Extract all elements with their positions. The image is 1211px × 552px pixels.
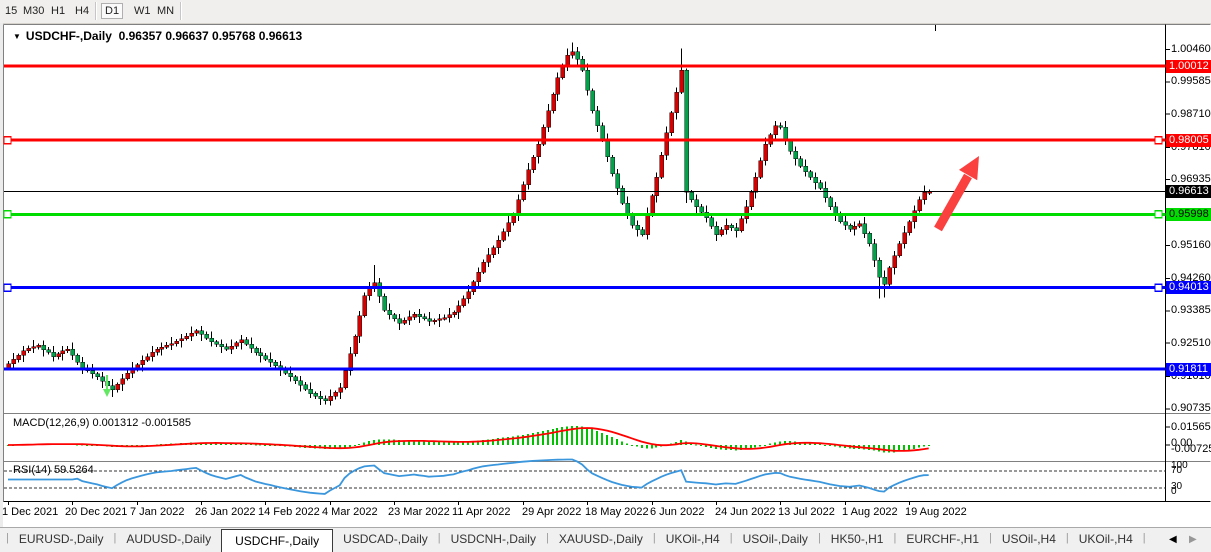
chart-tab-usdcaddaily[interactable]: USDCAD-,Daily [333,528,438,552]
date-tick-label: 1 Dec 2021 [2,506,58,518]
chart-tab-ukoilh4[interactable]: UKOil-,H4 [1069,528,1143,552]
sell-marker-arrow-icon[interactable] [103,389,111,397]
date-tick-label: 7 Jan 2022 [130,506,184,518]
trend-arrow-shaft[interactable] [938,176,968,229]
price-tick-label: 0.95160 [1171,239,1211,251]
date-tick-label: 23 Mar 2022 [388,506,450,518]
rsi-indicator-label: RSI(14) 59.5264 [13,464,94,476]
macd-signal-line [8,428,929,451]
chart-tab-eurchfh1[interactable]: EURCHF-,H1 [896,528,989,552]
rsi-axis-label: 70 [1171,465,1182,476]
date-tick-label: 20 Dec 2021 [65,506,127,518]
price-badge-1.00012: 1.00012 [1166,60,1211,73]
mt4-window: 15M30H1H4D1W1MN ▼USDCHF-,Daily 0.96357 0… [0,0,1211,552]
date-tick-label: 29 Apr 2022 [522,506,581,518]
chart-symbol-period: USDCHF-,Daily [26,29,112,43]
tabs-scroll-left-icon[interactable]: ◀ [1169,534,1177,545]
chart-tab-audusddaily[interactable]: AUDUSD-,Daily [116,528,221,552]
candlesticks [7,42,932,405]
date-tick-label: 6 Jun 2022 [650,506,704,518]
tab-separator: | [1143,528,1146,552]
macd-histogram [7,426,930,453]
price-badge-0.94013: 0.94013 [1166,281,1211,294]
tabs-scroll-right-icon[interactable]: ▶ [1189,534,1197,545]
macd-axis-label: 0.015654 [1171,421,1211,433]
price-tick-label: 0.90735 [1171,402,1211,414]
symbol-dropdown-icon[interactable]: ▼ [13,32,21,41]
level-handle[interactable] [4,211,11,218]
date-tick-label: 13 Jul 2022 [778,506,835,518]
date-tick-label: 14 Feb 2022 [258,506,320,518]
price-tick-label: 1.00460 [1171,43,1211,55]
chart-tab-eurusddaily[interactable]: EURUSD-,Daily [9,528,114,552]
chart-ohlc-values: 0.96357 0.96637 0.95768 0.96613 [119,29,303,43]
chart-tab-usoilh4[interactable]: USOil-,H4 [992,528,1066,552]
level-handle[interactable] [4,137,11,144]
level-handle[interactable] [4,284,11,291]
date-tick-label: 4 Mar 2022 [322,506,378,518]
level-handle[interactable] [1155,211,1162,218]
price-tick-label: 0.98710 [1171,108,1211,120]
price-tick-label: 0.99585 [1171,75,1211,87]
date-tick-label: 11 Apr 2022 [452,506,511,518]
level-handle[interactable] [1155,284,1162,291]
date-tick-label: 18 May 2022 [585,506,649,518]
date-tick-label: 1 Aug 2022 [842,506,898,518]
price-tick-label: 0.92510 [1171,337,1211,349]
chart-tab-usdchfdaily[interactable]: USDCHF-,Daily [221,529,333,552]
level-handle[interactable] [1155,137,1162,144]
chart-tab-hk50h1[interactable]: HK50-,H1 [821,528,894,552]
macd-indicator-label: MACD(12,26,9) 0.001312 -0.001585 [13,417,191,429]
price-badge-0.91811: 0.91811 [1166,363,1211,376]
price-badge-0.96613: 0.96613 [1166,185,1211,198]
date-tick-label: 24 Jun 2022 [715,506,776,518]
chart-tab-ukoilh4[interactable]: UKOil-,H4 [656,528,730,552]
date-tick-label: 26 Jan 2022 [195,506,256,518]
chart-tab-xauusddaily[interactable]: XAUUSD-,Daily [549,528,653,552]
price-badge-0.95998: 0.95998 [1166,208,1211,221]
chart-tabs-bar: |EURUSD-,Daily|AUDUSD-,DailyUSDCHF-,Dail… [0,527,1211,552]
price-tick-label: 0.93385 [1171,304,1211,316]
macd-axis-label: -0.0072599 [1171,443,1211,455]
chart-tab-usoildaily[interactable]: USOil-,Daily [733,528,818,552]
chart-title: ▼ USDCHF-,Daily 0.96357 0.96637 0.95768 0… [13,29,302,43]
chart-tab-usdcnhdaily[interactable]: USDCNH-,Daily [441,528,546,552]
rsi-line [8,460,929,494]
rsi-axis-label: 0 [1171,486,1177,497]
price-tick-label: 0.96935 [1171,173,1211,185]
chart-canvas[interactable] [0,0,1211,552]
date-tick-label: 19 Aug 2022 [905,506,967,518]
price-badge-0.98005: 0.98005 [1166,134,1211,147]
